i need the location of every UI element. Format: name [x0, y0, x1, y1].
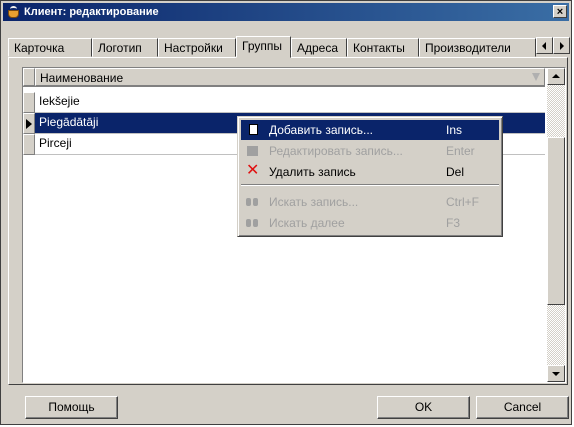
help-button[interactable]: Помощь: [25, 396, 118, 419]
row-indicator: [23, 92, 35, 113]
cancel-button[interactable]: Cancel: [476, 396, 569, 419]
tab-scroll-right-button[interactable]: [553, 37, 570, 54]
menu-item-shortcut: F3: [446, 216, 461, 230]
scroll-down-button[interactable]: [547, 365, 565, 382]
menu-item-shortcut: Ins: [446, 123, 463, 137]
table-row[interactable]: Iekšejie: [23, 92, 545, 113]
arrow-left-icon: [542, 42, 546, 50]
menu-item-shortcut: Ctrl+F: [446, 195, 479, 209]
tab-addresses[interactable]: Адреса: [291, 38, 347, 57]
tab-groups[interactable]: Группы: [236, 36, 291, 58]
binoculars-icon: [246, 195, 260, 209]
filter-icon[interactable]: [532, 73, 540, 81]
title-bar[interactable]: Клиент: редактирование ×: [3, 3, 569, 21]
menu-item-label: Искать далее: [269, 216, 345, 230]
tab-scroll-left-button[interactable]: [536, 37, 553, 54]
find-next-icon: [246, 216, 260, 230]
column-header-name[interactable]: Наименование: [35, 68, 545, 86]
ok-button[interactable]: OK: [377, 396, 470, 419]
menu-item-label: Добавить запись...: [269, 123, 373, 137]
scroll-up-button[interactable]: [547, 68, 565, 85]
arrow-up-icon: [552, 74, 560, 78]
row-indicator: [23, 134, 35, 155]
tab-contacts[interactable]: Контакты: [347, 38, 419, 57]
grid-header: Наименование: [23, 68, 545, 87]
window-title: Клиент: редактирование: [24, 6, 159, 18]
current-row-pointer-icon: [26, 119, 32, 129]
edit-document-icon: [246, 144, 260, 158]
vertical-scrollbar[interactable]: [547, 68, 565, 382]
menu-item-find-next[interactable]: Искать далее F3: [241, 213, 499, 233]
menu-item-shortcut: Del: [446, 165, 465, 179]
scroll-thumb[interactable]: [547, 137, 565, 305]
menu-item-label: Удалить запись: [269, 165, 356, 179]
row-cell[interactable]: Iekšejie: [35, 92, 545, 113]
menu-item-add-record[interactable]: Добавить запись... Ins: [241, 120, 499, 140]
arrow-down-icon: [552, 372, 560, 376]
menu-item-find-record[interactable]: Искать запись... Ctrl+F: [241, 192, 499, 212]
tab-manufacturers[interactable]: Производители: [419, 38, 536, 57]
menu-item-edit-record[interactable]: Редактировать запись... Enter: [241, 141, 499, 161]
row-indicator: [23, 113, 35, 134]
tab-logo[interactable]: Логотип: [92, 38, 158, 57]
column-header-label: Наименование: [40, 71, 124, 85]
delete-x-icon: ✕: [246, 162, 260, 179]
tab-settings[interactable]: Настройки: [158, 38, 236, 57]
row-indicator-header: [23, 68, 35, 86]
menu-separator: [241, 184, 499, 186]
menu-item-delete-record[interactable]: ✕ Удалить запись Del: [241, 162, 499, 182]
menu-item-label: Редактировать запись...: [269, 144, 403, 158]
tab-card[interactable]: Карточка: [8, 38, 92, 57]
context-menu: Добавить запись... Ins Редактировать зап…: [237, 116, 503, 237]
menu-item-label: Искать запись...: [269, 195, 359, 209]
arrow-right-icon: [560, 42, 564, 50]
menu-item-shortcut: Enter: [446, 144, 475, 158]
tab-strip: Карточка Логотип Настройки Группы Адреса…: [8, 36, 568, 58]
new-document-icon: [246, 123, 260, 137]
close-button[interactable]: ×: [553, 5, 567, 18]
app-cup-icon: [7, 5, 21, 19]
